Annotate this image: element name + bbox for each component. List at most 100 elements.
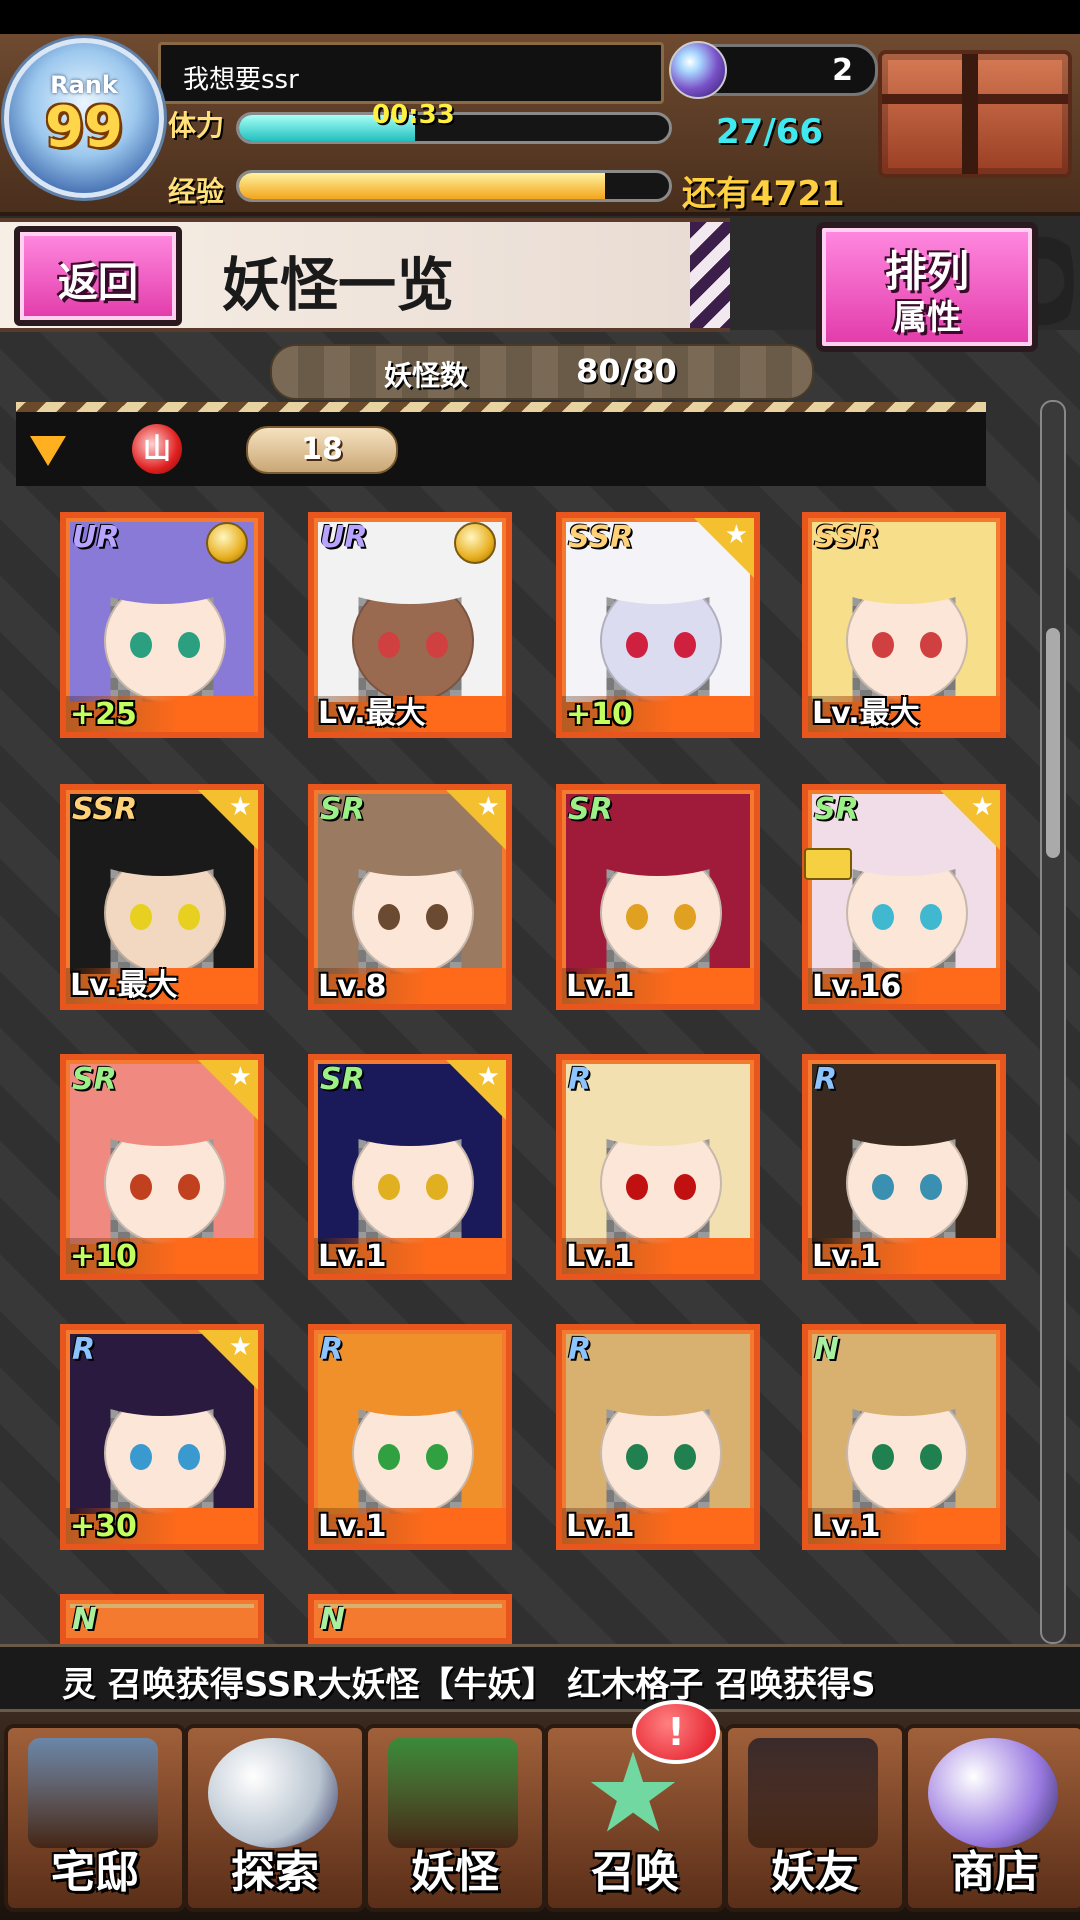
exp-label: 经验 xyxy=(168,175,225,208)
present-box-icon[interactable] xyxy=(878,50,1072,178)
sort-button[interactable]: 排列 属性 xyxy=(816,222,1038,352)
rank-badge[interactable]: Rank 99 xyxy=(4,38,164,198)
portrait-eye xyxy=(626,632,648,658)
collapse-triangle-icon[interactable] xyxy=(30,436,66,466)
nav-tab-0[interactable]: 宅邸 xyxy=(4,1724,186,1912)
rarity-badge: R xyxy=(568,1332,592,1367)
rarity-badge: R xyxy=(814,1062,838,1097)
monster-card[interactable]: R ★ +30 xyxy=(44,1308,280,1566)
nav-label: 妖友 xyxy=(771,1847,859,1898)
monster-card[interactable]: SR Lv.1 xyxy=(556,784,760,1010)
portrait-eye xyxy=(872,904,894,930)
portrait-eye xyxy=(178,904,200,930)
page-title: 妖怪一览 xyxy=(222,251,455,319)
rarity-badge: UR xyxy=(320,520,368,555)
gem-counter[interactable]: 2 xyxy=(669,41,878,99)
filter-bar: 山 18 xyxy=(16,402,986,486)
monster-level: Lv.1 xyxy=(318,1239,387,1274)
monster-card[interactable]: R Lv.1 xyxy=(802,1054,1006,1280)
portrait-eye xyxy=(130,1444,152,1470)
nav-label: 妖怪 xyxy=(411,1847,499,1898)
monster-card[interactable]: SR ★ +10 xyxy=(60,1054,264,1280)
status-strip xyxy=(0,0,1080,34)
monster-card[interactable]: N xyxy=(60,1594,264,1644)
rarity-badge: SSR xyxy=(568,520,634,555)
nav-tab-5[interactable]: 商店 xyxy=(904,1724,1080,1912)
rarity-badge: N xyxy=(72,1602,98,1637)
rank-value: 99 xyxy=(45,95,123,160)
portrait-eye xyxy=(626,1444,648,1470)
monster-card[interactable]: R Lv.1 xyxy=(308,1324,512,1550)
monster-card[interactable]: N Lv.1 xyxy=(802,1324,1006,1550)
portrait-eye xyxy=(426,904,448,930)
monster-level: Lv.1 xyxy=(566,1239,635,1274)
medal-icon xyxy=(454,522,496,564)
portrait-hair xyxy=(566,1064,750,1146)
monster-card[interactable]: UR Lv.最大 xyxy=(292,496,528,754)
monster-portrait xyxy=(566,1334,750,1514)
monster-level: Lv.1 xyxy=(318,1509,387,1544)
monster-card[interactable]: SR ★ Lv.16 xyxy=(802,784,1006,1010)
exp-bar-fill xyxy=(239,173,605,199)
back-button[interactable]: 返回 xyxy=(14,226,182,326)
magnifier-icon xyxy=(208,1738,338,1848)
nav-label: 探索 xyxy=(231,1847,319,1898)
rarity-badge: R xyxy=(568,1062,592,1097)
star-icon: ★ xyxy=(724,520,748,550)
monster-count-bar: 妖怪数 80/80 xyxy=(270,344,814,400)
monster-level: +10 xyxy=(70,1239,137,1274)
portrait-eye xyxy=(626,904,648,930)
bottom-nav: 宅邸 探索 妖怪 ★ 召唤 妖友 商店 xyxy=(0,1712,1080,1920)
banner-stripe xyxy=(690,222,730,328)
monster-card[interactable]: R Lv.1 xyxy=(556,1324,760,1550)
nav-tab-4[interactable]: 妖友 xyxy=(724,1724,906,1912)
monster-level: +10 xyxy=(566,697,633,732)
portrait-eye xyxy=(426,1444,448,1470)
rarity-badge: R xyxy=(72,1332,96,1367)
monster-portrait xyxy=(566,1064,750,1244)
nav-tab-1[interactable]: 探索 xyxy=(184,1724,366,1912)
monster-card[interactable]: SSR ★ Lv.最大 xyxy=(44,768,280,1026)
monster-card[interactable]: N xyxy=(308,1594,512,1644)
portrait-eye xyxy=(130,904,152,930)
portrait-eye xyxy=(872,1444,894,1470)
star-icon: ★ xyxy=(476,792,500,822)
gem-icon xyxy=(669,41,727,99)
rarity-badge: SR xyxy=(814,792,859,827)
mountain-element-icon[interactable]: 山 xyxy=(132,424,182,474)
portrait-eye xyxy=(674,1444,696,1470)
monster-card[interactable]: SSR Lv.最大 xyxy=(786,496,1022,754)
monster-card[interactable]: SR ★ Lv.1 xyxy=(308,1054,512,1280)
rarity-badge: UR xyxy=(72,520,120,555)
monster-card[interactable]: R Lv.1 xyxy=(556,1054,760,1280)
portrait-eye xyxy=(674,632,696,658)
scroll-thumb[interactable] xyxy=(1046,628,1060,858)
exp-remaining: 还有4721 xyxy=(682,174,845,214)
scroll-icon xyxy=(388,1738,518,1848)
scrollbar[interactable] xyxy=(1040,400,1066,1644)
back-label: 返回 xyxy=(58,260,138,306)
star-icon: ★ xyxy=(228,1332,252,1362)
monster-card[interactable]: SR ★ Lv.8 xyxy=(308,784,512,1010)
portrait-eye xyxy=(426,632,448,658)
nav-tab-2[interactable]: 妖怪 xyxy=(364,1724,546,1912)
portrait-hair xyxy=(318,1334,502,1416)
mansion-icon xyxy=(28,1738,158,1848)
player-name: 我想要ssr xyxy=(183,65,299,95)
portrait-eye xyxy=(920,1444,942,1470)
monster-card[interactable]: SSR ★ +10 xyxy=(540,496,776,754)
medal-icon xyxy=(206,522,248,564)
monster-portrait xyxy=(812,1064,996,1244)
star-icon: ★ xyxy=(228,792,252,822)
nav-label: 宅邸 xyxy=(51,1847,139,1898)
player-name-box[interactable]: 我想要ssr xyxy=(158,42,664,104)
rarity-badge: SR xyxy=(320,1062,365,1097)
portrait-eye xyxy=(920,1174,942,1200)
portrait-eye xyxy=(178,632,200,658)
sort-value: 属性 xyxy=(893,298,961,338)
monster-card[interactable]: UR +25 xyxy=(44,496,280,754)
monster-level: Lv.最大 xyxy=(318,696,426,731)
rarity-badge: N xyxy=(814,1332,840,1367)
portrait-eye xyxy=(130,632,152,658)
monster-portrait xyxy=(70,1604,254,1608)
